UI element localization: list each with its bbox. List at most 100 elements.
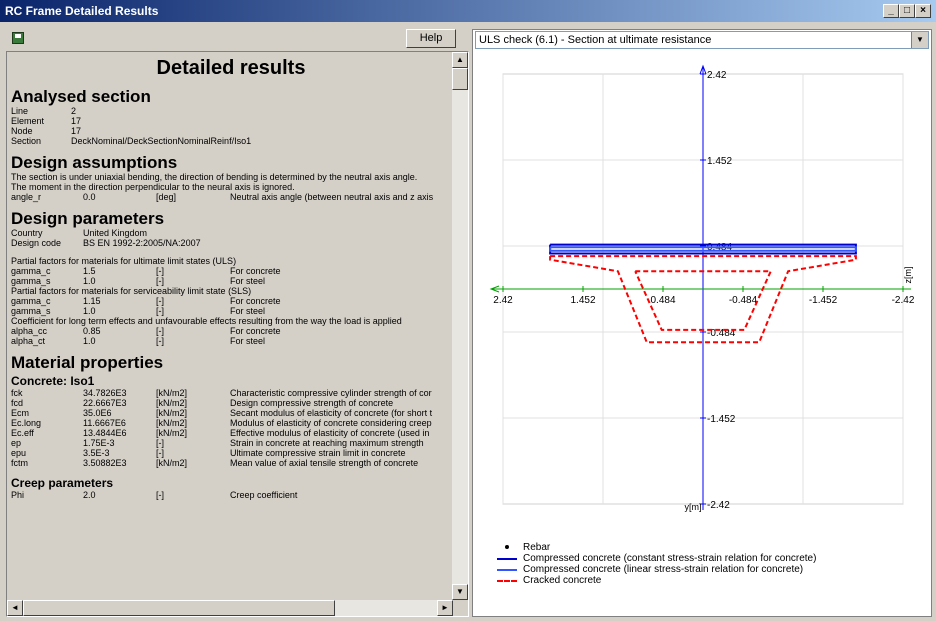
x-tick-label: 0.484 bbox=[650, 295, 675, 306]
row-key: fctm bbox=[11, 458, 28, 468]
row-value: 0.85 bbox=[83, 326, 101, 336]
x-tick-label: 2.42 bbox=[493, 295, 513, 306]
table-row: fck 34.7826E3 [kN/m2] Characteristic compre… bbox=[11, 388, 432, 398]
rebar-dot-icon bbox=[505, 545, 509, 549]
row-key: gamma_c bbox=[11, 296, 51, 306]
legend-label: Compressed concrete (linear stress-strai… bbox=[523, 564, 804, 575]
minimize-button[interactable]: _ bbox=[883, 4, 899, 18]
row-unit: [-] bbox=[156, 326, 164, 336]
row-description: Design compressive strength of concrete bbox=[230, 398, 394, 408]
sls-title: Partial factors for materials for servic… bbox=[11, 286, 252, 296]
row-description: Modulus of elasticity of concrete consid… bbox=[230, 418, 432, 428]
concrete-heading: Concrete: Iso1 bbox=[11, 374, 95, 388]
legend-item: Rebar bbox=[497, 542, 816, 553]
row-description: Strain in concrete at reaching maximum s… bbox=[230, 438, 424, 448]
table-row: Design code BS EN 1992-2:2005/NA:2007 bbox=[11, 238, 201, 248]
legend-item: Compressed concrete (linear stress-strai… bbox=[497, 564, 816, 575]
section-chart: 2.42 1.452 0.484 -0.484 -1.452 -2.42 2.42 1.452… bbox=[489, 64, 915, 512]
row-description: Mean value of axial tensile strength of … bbox=[230, 458, 419, 468]
row-unit: [-] bbox=[156, 448, 164, 458]
row-unit: [kN/m2] bbox=[156, 418, 188, 428]
row-key: Ec.eff bbox=[11, 428, 34, 438]
row-description: Neutral axis angle (between neutral axis… bbox=[230, 192, 434, 202]
chevron-down-icon[interactable]: ▼ bbox=[911, 32, 928, 48]
maximize-button[interactable]: □ bbox=[899, 4, 915, 18]
row-value: 17 bbox=[71, 126, 82, 136]
row-value: United Kingdom bbox=[83, 228, 148, 238]
row-key: epu bbox=[11, 448, 27, 458]
assumption-table: angle_r 0.0 [deg] Neutral axis angle (be… bbox=[11, 192, 433, 202]
row-unit: [kN/m2] bbox=[156, 458, 188, 468]
scroll-right-icon[interactable]: ► bbox=[437, 600, 453, 616]
table-row: ep 1.75E-3 [-] Strain in concrete at reachi… bbox=[11, 438, 432, 448]
table-row: epu 3.5E-3 [-] Ultimate compressive strain … bbox=[11, 448, 432, 458]
table-row: angle_r 0.0 [deg] Neutral axis angle (be… bbox=[11, 192, 433, 202]
creep-heading: Creep parameters bbox=[11, 476, 114, 490]
assumption-text-2: The moment in the direction perpendicula… bbox=[11, 182, 295, 192]
row-value: 22.6667E3 bbox=[83, 398, 127, 408]
results-document: Detailed results Analysed section Line 2 … bbox=[11, 52, 451, 598]
row-value: 0.0 bbox=[83, 192, 96, 202]
row-key: fcd bbox=[11, 398, 24, 408]
row-key: Ec.long bbox=[11, 418, 42, 428]
scroll-thumb[interactable] bbox=[452, 68, 468, 90]
scroll-up-icon[interactable]: ▲ bbox=[452, 52, 468, 68]
row-key: Line bbox=[11, 106, 29, 116]
uls-table: gamma_c 1.5 [-] For concrete gamma_s 1.0 [-] F… bbox=[11, 266, 281, 286]
row-unit: [-] bbox=[156, 266, 164, 276]
x-tick-label: -2.42 bbox=[892, 295, 915, 306]
row-key: Design code bbox=[11, 238, 62, 248]
row-unit: [kN/m2] bbox=[156, 428, 188, 438]
horizontal-scrollbar[interactable]: ◄ ► bbox=[7, 600, 453, 616]
row-key: fck bbox=[11, 388, 23, 398]
row-value: BS EN 1992-2:2005/NA:2007 bbox=[83, 238, 201, 248]
left-toolbar: Help bbox=[6, 29, 462, 49]
row-key: alpha_ct bbox=[11, 336, 46, 346]
row-key: Element bbox=[11, 116, 45, 126]
legend-label: Compressed concrete (constant stress-str… bbox=[523, 553, 817, 564]
check-type-dropdown[interactable]: ULS check (6.1) - Section at ultimate re… bbox=[475, 31, 929, 49]
chart-legend: Rebar Compressed concrete (constant stre… bbox=[497, 542, 816, 586]
y-tick-label: -2.42 bbox=[707, 500, 730, 511]
row-value: DeckNominal/DeckSectionNominalReinf/Iso1 bbox=[71, 136, 252, 146]
row-key: ep bbox=[11, 438, 22, 448]
coef-table: alpha_cc 0.85 [-] For concrete alpha_ct 1.0 [… bbox=[11, 326, 281, 346]
x-axis-label: z[m] bbox=[903, 267, 913, 284]
row-value: 1.0 bbox=[83, 336, 96, 346]
creep-table: Phi 2.0 [-] Creep coefficient bbox=[11, 490, 297, 500]
table-row: alpha_ct 1.0 [-] For steel bbox=[11, 336, 281, 346]
row-value: 35.0E6 bbox=[83, 408, 112, 418]
row-value: 3.5E-3 bbox=[83, 448, 110, 458]
table-row: Line 2 bbox=[11, 106, 251, 116]
scroll-left-icon[interactable]: ◄ bbox=[7, 600, 23, 616]
row-value: 1.15 bbox=[83, 296, 101, 306]
legend-label: Rebar bbox=[523, 542, 551, 553]
row-key: gamma_s bbox=[11, 276, 51, 286]
help-button[interactable]: Help bbox=[406, 29, 456, 48]
row-description: For concrete bbox=[230, 266, 281, 276]
row-value: 1.0 bbox=[83, 306, 96, 316]
row-unit: [-] bbox=[156, 296, 164, 306]
legend-label: Cracked concrete bbox=[523, 575, 602, 586]
row-unit: [-] bbox=[156, 490, 164, 500]
row-value: 34.7826E3 bbox=[83, 388, 127, 398]
row-key: Section bbox=[11, 136, 42, 146]
document-title: Detailed results bbox=[156, 57, 306, 79]
y-axis-label: y[m] bbox=[685, 502, 702, 512]
row-key: gamma_c bbox=[11, 266, 51, 276]
y-tick-label: 2.42 bbox=[707, 70, 727, 81]
scroll-down-icon[interactable]: ▼ bbox=[452, 584, 468, 600]
hscroll-thumb[interactable] bbox=[23, 600, 335, 616]
row-value: 11.6667E6 bbox=[83, 418, 126, 428]
design-assumptions-heading: Design assumptions bbox=[11, 153, 178, 172]
row-description: Effective modulus of elasticity of concr… bbox=[230, 428, 430, 438]
close-button[interactable]: × bbox=[915, 4, 931, 18]
table-row: fcd 22.6667E3 [kN/m2] Design compressive st… bbox=[11, 398, 432, 408]
legend-line-icon bbox=[497, 569, 517, 571]
row-description: Secant modulus of elasticity of concrete… bbox=[230, 408, 433, 418]
vertical-scrollbar[interactable]: ▲ ▼ bbox=[452, 52, 468, 600]
legend-dashed-line-icon bbox=[497, 580, 517, 582]
row-value: 3.50882E3 bbox=[83, 458, 127, 468]
uls-title: Partial factors for materials for ultima… bbox=[11, 256, 237, 266]
export-icon[interactable] bbox=[12, 32, 24, 44]
